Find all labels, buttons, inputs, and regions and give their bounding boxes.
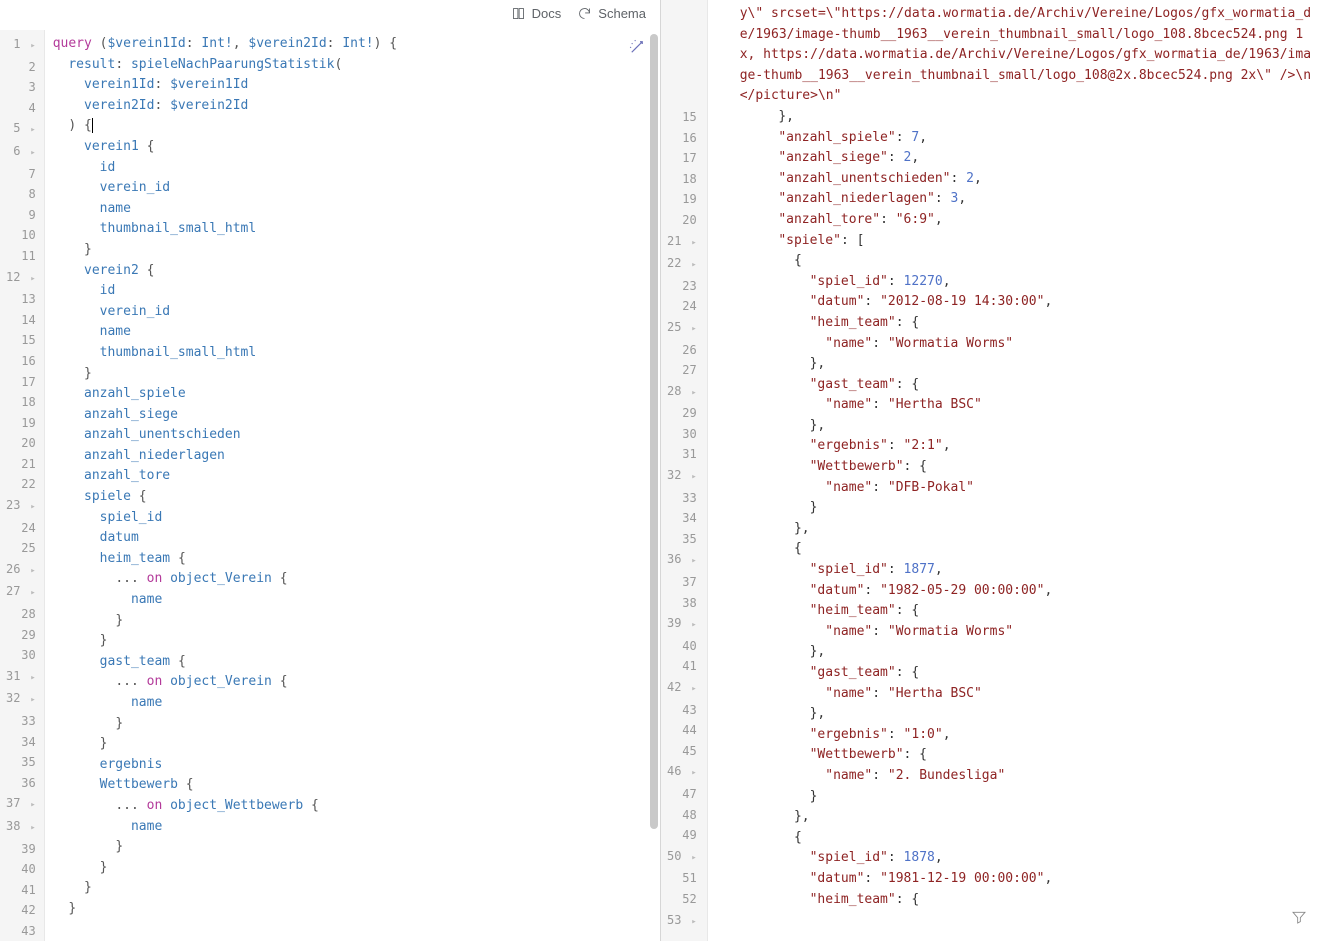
graphql-ide: Docs Schema 1 ▸2345 ▸6 ▸789101112 ▸13141…: [0, 0, 1321, 941]
editor-toolbar: Docs Schema: [0, 0, 660, 30]
magic-wand-icon: [628, 38, 646, 56]
refresh-icon: [577, 6, 592, 21]
result-pane: 15161718192021 ▸22 ▸232425 ▸262728 ▸2930…: [661, 0, 1321, 941]
result-gutter: 15161718192021 ▸22 ▸232425 ▸262728 ▸2930…: [661, 0, 708, 941]
funnel-icon: [1291, 909, 1307, 925]
book-icon: [511, 6, 526, 21]
result-viewer[interactable]: 15161718192021 ▸22 ▸232425 ▸262728 ▸2930…: [661, 0, 1321, 941]
schema-label: Schema: [598, 6, 646, 21]
docs-button[interactable]: Docs: [511, 6, 562, 21]
prettify-button[interactable]: [628, 38, 646, 60]
scroll-thumb[interactable]: [650, 34, 658, 829]
schema-button[interactable]: Schema: [577, 6, 646, 21]
query-text[interactable]: query ($verein1Id: Int!, $verein2Id: Int…: [45, 30, 660, 941]
query-editor[interactable]: 1 ▸2345 ▸6 ▸789101112 ▸13141516171819202…: [0, 30, 660, 941]
query-pane: Docs Schema 1 ▸2345 ▸6 ▸789101112 ▸13141…: [0, 0, 661, 941]
docs-label: Docs: [532, 6, 562, 21]
query-gutter: 1 ▸2345 ▸6 ▸789101112 ▸13141516171819202…: [0, 30, 45, 941]
result-text: y\" srcset=\"https://data.wormatia.de/Ar…: [708, 0, 1321, 941]
filter-button[interactable]: [1291, 909, 1307, 929]
query-scrollbar[interactable]: [650, 34, 658, 937]
